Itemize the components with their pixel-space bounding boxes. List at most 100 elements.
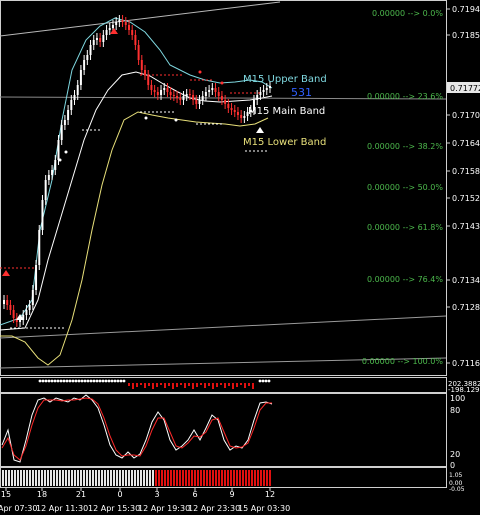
histogram-dot	[47, 379, 51, 383]
histogram-bar	[224, 383, 226, 388]
candle-body	[198, 100, 201, 104]
histogram-bar	[180, 383, 182, 385]
price-label: 0.71340	[452, 276, 480, 285]
bar-down	[242, 470, 244, 486]
histogram-bar	[132, 383, 134, 389]
histogram-dot	[95, 379, 99, 383]
histogram-dot	[44, 379, 48, 383]
candle-body	[137, 45, 140, 60]
histogram-bar	[192, 383, 194, 389]
bar-down	[164, 470, 166, 486]
histogram-dot	[264, 379, 268, 383]
lower-band-label: M15 Lower Band	[243, 137, 326, 148]
price-label: 0.71850	[452, 31, 480, 40]
candle-body	[134, 35, 137, 45]
candle-body	[31, 290, 34, 305]
bar-up	[62, 470, 64, 486]
indicator-2-label-80: 80	[450, 406, 460, 415]
histogram-bar	[196, 383, 198, 387]
price-label: 0.71160	[452, 359, 480, 368]
candle-body	[6, 300, 9, 305]
candle-body	[269, 86, 271, 88]
bar-up	[38, 470, 40, 486]
candle-body	[9, 305, 12, 310]
bar-down	[215, 470, 217, 486]
bar-down	[227, 470, 229, 486]
bar-up	[152, 470, 154, 486]
candle-body	[111, 25, 114, 28]
histogram-bar	[128, 383, 130, 386]
bar-down	[248, 470, 250, 486]
bar-up	[44, 470, 46, 486]
candle-body	[127, 25, 130, 30]
candle-body	[19, 320, 22, 322]
candle-body	[118, 20, 121, 22]
date-label: 12 Apr 23:30	[188, 504, 240, 513]
bar-up	[149, 470, 151, 486]
histogram-dot	[116, 379, 120, 383]
bar-up	[110, 470, 112, 486]
histogram-dot	[41, 379, 45, 383]
price-label: 0.71280	[452, 303, 480, 312]
candle-body	[214, 88, 217, 92]
candle-body	[105, 30, 108, 35]
bar-up	[65, 470, 67, 486]
histogram-bar	[216, 383, 218, 387]
bar-up	[140, 470, 142, 486]
candle-body	[79, 70, 82, 85]
bar-down	[209, 470, 211, 486]
candle-body	[201, 96, 204, 100]
bar-down	[224, 470, 226, 486]
candle-body	[156, 92, 159, 95]
histogram-bar	[208, 383, 210, 386]
indicator-1-label-bottom: -198.1292	[448, 386, 480, 394]
bar-up	[119, 470, 121, 486]
candle-body	[28, 305, 31, 310]
bar-up	[131, 470, 133, 486]
histogram-dot	[107, 379, 111, 383]
bar-down	[170, 470, 172, 486]
bar-down	[191, 470, 193, 486]
bar-down	[212, 470, 214, 486]
histogram-bar	[188, 383, 190, 386]
bar-up	[53, 470, 55, 486]
candle-body	[227, 104, 230, 108]
bar-up	[41, 470, 43, 486]
histogram-bar	[164, 383, 166, 388]
histogram-bar	[148, 383, 150, 386]
candle-body	[182, 96, 185, 100]
candle-body	[108, 28, 111, 30]
price-label: 0.71640	[452, 139, 480, 148]
hour-label: 0	[117, 490, 122, 499]
bar-up	[68, 470, 70, 486]
hour-label: 18	[37, 490, 47, 499]
bar-up	[5, 470, 7, 486]
bar-up	[74, 470, 76, 486]
bar-up	[17, 470, 19, 486]
histogram-bar	[212, 383, 214, 389]
bar-up	[35, 470, 37, 486]
candle-body	[224, 100, 227, 104]
candle-body	[41, 200, 44, 230]
histogram-dot	[258, 379, 262, 383]
bar-up	[80, 470, 82, 486]
candle-body	[172, 95, 175, 96]
candle-body	[12, 310, 15, 318]
bar-down	[245, 470, 247, 486]
bar-down	[176, 470, 178, 486]
price-label: 0.71430	[452, 222, 480, 231]
histogram-dot	[38, 379, 42, 383]
candle-body	[92, 40, 95, 45]
indicator-2-label-100: 100	[450, 394, 465, 403]
bar-up	[8, 470, 10, 486]
bar-down	[263, 470, 265, 486]
histogram-dot	[59, 379, 63, 383]
candle-body	[211, 88, 214, 90]
bar-down	[182, 470, 184, 486]
bar-down	[266, 470, 268, 486]
trading-chart[interactable]: 0.00000 --> 0.0% 0.00000 --> 23.6% 0.00000…	[0, 0, 480, 515]
candle-body	[115, 22, 118, 25]
candle-body	[57, 140, 60, 160]
candle-body	[95, 38, 98, 40]
bar-down	[203, 470, 205, 486]
